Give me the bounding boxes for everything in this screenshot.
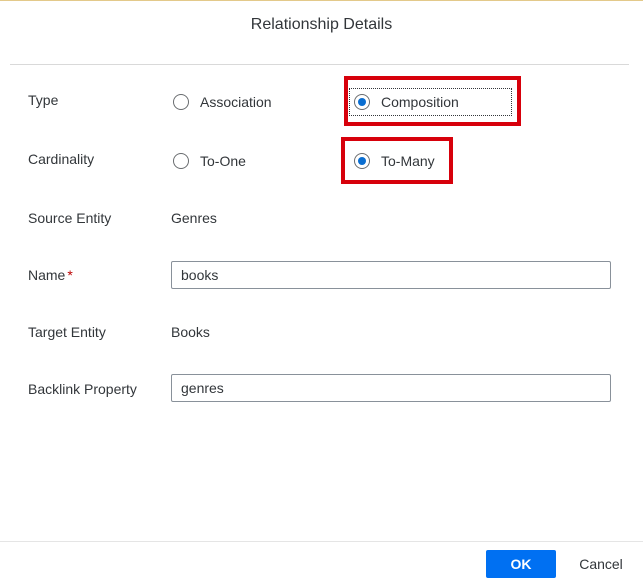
backlink-property-input[interactable] <box>171 374 611 402</box>
title-divider <box>10 64 629 65</box>
backlink-property-label: Backlink Property <box>28 381 137 397</box>
radio-unselected-icon <box>173 153 189 169</box>
cancel-button[interactable]: Cancel <box>570 550 632 578</box>
radio-unselected-icon <box>173 94 189 110</box>
annotation-highlight-to-many <box>341 137 453 184</box>
dialog-title: Relationship Details <box>250 16 393 33</box>
name-label: Name * <box>28 267 73 283</box>
ok-button[interactable]: OK <box>486 550 556 578</box>
annotation-highlight-composition <box>344 76 521 126</box>
cardinality-label: Cardinality <box>28 151 95 167</box>
footer-divider <box>0 541 643 542</box>
target-entity-value: Books <box>171 324 210 340</box>
source-entity-label: Source Entity <box>28 210 112 226</box>
type-option-association-label: Association <box>200 94 272 110</box>
required-marker: * <box>67 267 73 283</box>
name-label-text: Name <box>28 267 66 283</box>
name-input[interactable] <box>171 261 611 289</box>
cardinality-option-to-one-label: To-One <box>200 153 246 169</box>
relationship-details-dialog: Relationship Details Type Association Co… <box>0 0 643 584</box>
cardinality-radio-to-one[interactable]: To-One <box>173 151 246 171</box>
type-label: Type <box>28 92 59 108</box>
type-radio-association[interactable]: Association <box>173 92 272 112</box>
source-entity-value: Genres <box>171 210 217 226</box>
target-entity-label: Target Entity <box>28 324 106 340</box>
